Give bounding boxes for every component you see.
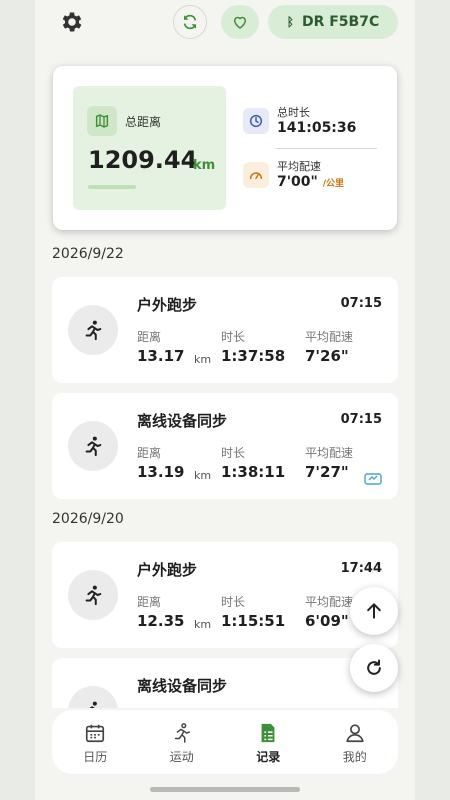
average-pace: 平均配速 7'00" /公里	[243, 156, 383, 200]
bottom-area: 日历 运动 记录 我的	[35, 708, 415, 800]
person-icon	[346, 724, 364, 743]
pace-label: 平均配速	[305, 595, 354, 609]
arrow-up-icon	[367, 603, 381, 619]
summary-card: 总距离 1209.44 km 总时长 141:05:36 平均配速 7'00" …	[53, 66, 397, 230]
refresh-icon	[183, 14, 197, 30]
sync-button[interactable]	[173, 5, 207, 39]
heart-icon	[233, 16, 247, 29]
gear-icon[interactable]	[59, 9, 85, 35]
date-header: 2026/9/20	[52, 511, 124, 527]
duration-label: 时长	[221, 330, 246, 344]
activity-title: 户外跑步	[137, 561, 198, 579]
map-icon	[87, 106, 117, 136]
distance-label: 距离	[137, 330, 162, 344]
nav-profile[interactable]: 我的	[312, 710, 399, 774]
record-icon	[261, 723, 275, 743]
distance-unit: km	[194, 353, 212, 366]
activity-time: 17:44	[340, 561, 382, 576]
clock-icon	[243, 108, 269, 134]
nav-calendar[interactable]: 日历	[52, 710, 139, 774]
duration-value: 1:38:11	[221, 463, 286, 481]
activity-title: 离线设备同步	[137, 412, 228, 430]
distance-unit: km	[194, 469, 212, 482]
home-indicator[interactable]	[150, 787, 300, 792]
activity-title: 离线设备同步	[137, 677, 228, 695]
total-duration: 总时长 141:05:36	[243, 102, 383, 146]
device-button[interactable]: ᛒ DR F5B7C	[268, 5, 398, 39]
activity-time: 07:15	[340, 412, 382, 427]
distance-value: 12.35	[137, 612, 185, 630]
average-pace-label: 平均配速	[277, 160, 321, 173]
top-bar: ᛒ DR F5B7C	[35, 0, 415, 44]
refresh-button[interactable]	[350, 644, 398, 692]
total-distance-panel: 总距离 1209.44 km	[73, 86, 226, 210]
runner-icon	[174, 723, 190, 743]
average-pace-unit: /公里	[322, 179, 344, 189]
pace-label: 平均配速	[305, 330, 354, 344]
runner-icon	[68, 570, 118, 620]
duration-value: 1:15:51	[221, 612, 286, 630]
distance-unit: km	[194, 618, 212, 631]
activity-time: 07:15	[340, 296, 382, 311]
nav-records[interactable]: 记录	[225, 710, 312, 774]
activity-card[interactable]: 户外跑步 07:15 距离 时长 平均配速 13.17 km 1:37:58 7…	[52, 277, 398, 383]
total-distance-label: 总距离	[125, 115, 162, 129]
distance-value: 13.19	[137, 463, 185, 481]
date-header: 2026/9/22	[52, 246, 124, 262]
runner-icon	[68, 421, 118, 471]
distance-accent-bar	[88, 185, 136, 189]
nav-label: 记录	[256, 750, 281, 764]
nav-label: 运动	[169, 750, 194, 764]
calendar-icon	[86, 724, 105, 743]
activity-card[interactable]: 离线设备同步 07:15 距离 时长 平均配速 13.19 km 1:38:11…	[52, 393, 398, 499]
refresh-icon	[367, 659, 381, 675]
distance-label: 距离	[137, 595, 162, 609]
distance-label: 距离	[137, 446, 162, 460]
runner-icon	[68, 305, 118, 355]
pace-value: 6'09"	[305, 612, 349, 630]
bottom-nav: 日历 运动 记录 我的	[52, 710, 398, 774]
distance-value: 13.17	[137, 347, 185, 365]
total-duration-label: 总时长	[277, 106, 310, 119]
pace-value: 7'26"	[305, 347, 349, 365]
total-distance-unit: km	[193, 158, 216, 173]
total-duration-value: 141:05:36	[277, 120, 357, 136]
activity-title: 户外跑步	[137, 296, 198, 314]
nav-label: 我的	[342, 750, 367, 764]
bluetooth-icon: ᛒ	[286, 15, 294, 29]
nav-label: 日历	[83, 750, 108, 764]
duration-label: 时长	[221, 595, 246, 609]
watch-sync-icon	[364, 473, 382, 485]
pace-label: 平均配速	[305, 446, 354, 460]
scroll-to-top-button[interactable]	[350, 587, 398, 635]
device-label: DR F5B7C	[301, 14, 380, 30]
duration-label: 时长	[221, 446, 246, 460]
favorite-button[interactable]	[221, 5, 259, 39]
average-pace-value: 7'00"	[277, 174, 318, 190]
duration-value: 1:37:58	[221, 347, 286, 365]
pace-value: 7'27"	[305, 463, 349, 481]
activity-card[interactable]: 户外跑步 17:44 距离 时长 平均配速 12.35 km 1:15:51 6…	[52, 542, 398, 648]
divider	[275, 148, 377, 149]
app-screen: ᛒ DR F5B7C 总距离 1209.44 km 总时长 141:05:36 …	[35, 0, 415, 800]
total-distance-value: 1209.44	[88, 146, 198, 174]
speedometer-icon	[243, 162, 269, 188]
average-pace-value-line: 7'00" /公里	[277, 174, 344, 190]
nav-sport[interactable]: 运动	[139, 710, 226, 774]
